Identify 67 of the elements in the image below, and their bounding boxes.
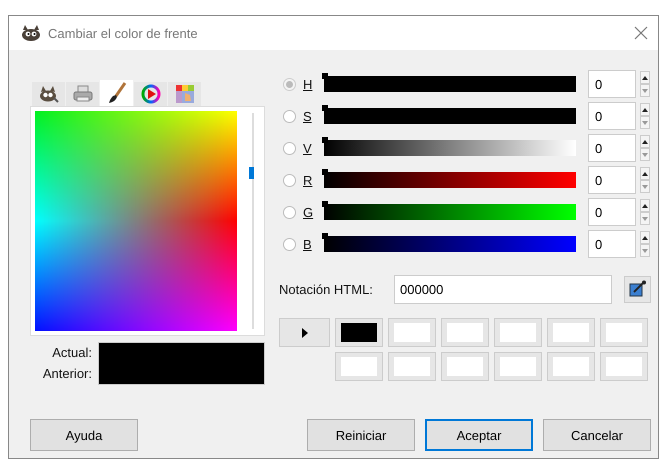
- channel-label: S: [302, 108, 313, 124]
- window-title: Cambiar el color de frente: [48, 26, 199, 40]
- color-field[interactable]: [35, 111, 237, 331]
- spin-up-button[interactable]: [640, 71, 650, 84]
- value-field[interactable]: 0: [588, 198, 636, 226]
- value-field[interactable]: 0: [588, 230, 636, 258]
- history-swatch[interactable]: [335, 318, 383, 347]
- spin-up-button[interactable]: [640, 199, 650, 212]
- channel-label: V: [302, 140, 313, 156]
- spin-up-button[interactable]: [640, 167, 650, 180]
- slider-marker[interactable]: [322, 137, 328, 143]
- expand-button[interactable]: [279, 318, 330, 347]
- history-swatch[interactable]: [600, 352, 648, 381]
- history-swatch[interactable]: [388, 352, 436, 381]
- history-swatch[interactable]: [335, 352, 383, 381]
- slider-marker[interactable]: [322, 233, 328, 239]
- html-notation-field[interactable]: 000000: [394, 274, 612, 304]
- channel-slider[interactable]: [324, 172, 576, 188]
- history-swatch[interactable]: [494, 352, 542, 381]
- close-button[interactable]: [632, 24, 650, 42]
- html-notation-label: Notación HTML:: [279, 282, 374, 296]
- channel-label: H: [302, 76, 314, 92]
- channel-label: R: [302, 172, 314, 188]
- radio-button[interactable]: [283, 238, 296, 250]
- history-swatch[interactable]: [547, 318, 595, 347]
- animal-head-icon: [21, 25, 41, 41]
- radio-button[interactable]: [283, 174, 296, 186]
- spin-up-button[interactable]: [640, 231, 650, 244]
- spin-up-button[interactable]: [640, 135, 650, 148]
- slider-marker[interactable]: [322, 105, 328, 111]
- value-field[interactable]: 0: [588, 166, 636, 194]
- wheel-tab[interactable]: [134, 82, 167, 106]
- brush-tab[interactable]: [100, 80, 133, 106]
- printer-tab[interactable]: [66, 82, 99, 106]
- color-picker-button[interactable]: [624, 276, 651, 302]
- history-swatch[interactable]: [441, 318, 489, 347]
- history-swatch[interactable]: [388, 318, 436, 347]
- channel-label: B: [302, 236, 313, 252]
- radio-button[interactable]: [283, 206, 296, 218]
- slider-handle[interactable]: [249, 167, 254, 180]
- previous-label: Anterior:: [42, 365, 92, 383]
- radio-button[interactable]: [283, 110, 296, 122]
- history-swatch[interactable]: [494, 318, 542, 347]
- history-swatch[interactable]: [547, 352, 595, 381]
- dialog-button[interactable]: Ayuda: [30, 419, 138, 451]
- channel-slider[interactable]: [324, 108, 576, 124]
- current-label: Actual:: [52, 344, 92, 362]
- channel-label: G: [302, 204, 314, 220]
- value-field[interactable]: 0: [588, 102, 636, 130]
- close-icon: [634, 26, 648, 40]
- dialog-button[interactable]: Aceptar: [425, 419, 533, 451]
- history-swatch[interactable]: [600, 318, 648, 347]
- value-field[interactable]: 0: [588, 134, 636, 162]
- triangle-right-icon: [302, 328, 308, 338]
- channel-slider[interactable]: [324, 236, 576, 252]
- spin-up-button[interactable]: [640, 103, 650, 116]
- radio-button[interactable]: [283, 142, 296, 154]
- slider-marker[interactable]: [322, 169, 328, 175]
- history-swatch[interactable]: [441, 352, 489, 381]
- dialog-button[interactable]: Reiniciar: [307, 419, 415, 451]
- palette-tab[interactable]: [168, 82, 201, 106]
- dialog-button[interactable]: Cancelar: [543, 419, 651, 451]
- mascot-tab[interactable]: [32, 82, 65, 106]
- slider-marker[interactable]: [322, 201, 328, 207]
- channel-slider[interactable]: [324, 140, 576, 156]
- color-picker-icon: [628, 280, 646, 298]
- channel-slider[interactable]: [324, 204, 576, 220]
